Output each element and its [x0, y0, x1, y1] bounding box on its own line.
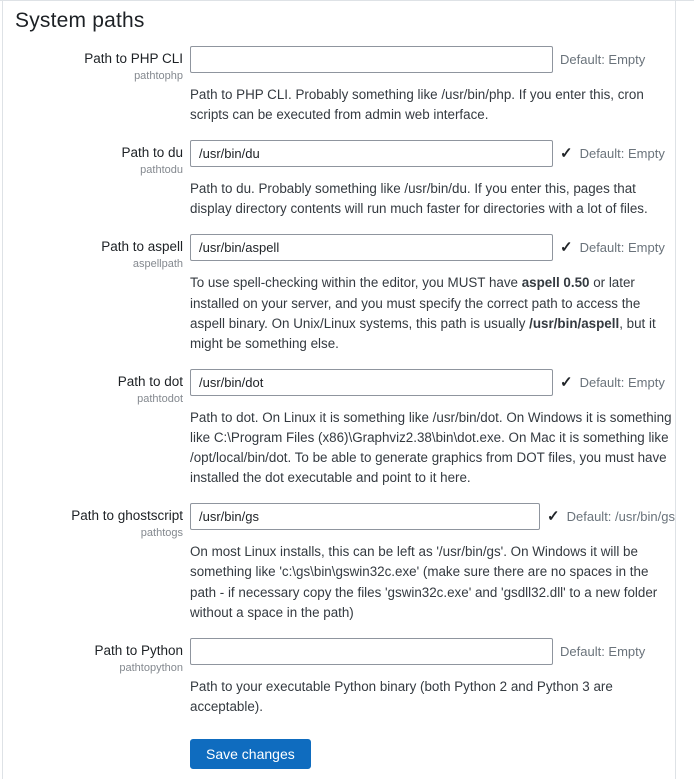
- default-value-aspellpath: Default: Empty: [580, 240, 665, 255]
- pathtophp-input[interactable]: [190, 46, 553, 73]
- setting-label-pathtodot: Path to dot: [15, 374, 183, 391]
- description-text: To use spell-checking within the editor,…: [190, 275, 522, 290]
- pathtodot-input[interactable]: [190, 369, 553, 396]
- setting-description-aspellpath: To use spell-checking within the editor,…: [190, 273, 677, 353]
- system-paths-settings-card: System paths Path to PHP CLI pathtophp D…: [2, 1, 676, 779]
- default-value-pathtodot: Default: Empty: [580, 375, 665, 390]
- pathtodu-input[interactable]: [190, 140, 553, 167]
- setting-description-pathtophp: Path to PHP CLI. Probably something like…: [190, 85, 677, 125]
- check-icon: ✓: [560, 146, 573, 161]
- setting-shortname-pathtopython: pathtopython: [15, 662, 183, 674]
- check-icon: ✓: [560, 240, 573, 255]
- save-changes-button[interactable]: Save changes: [190, 739, 311, 769]
- setting-label-pathtogs: Path to ghostscript: [15, 508, 183, 525]
- setting-label-aspellpath: Path to aspell: [15, 239, 183, 256]
- default-value-pathtopython: Default: Empty: [560, 644, 645, 659]
- setting-description-pathtodu: Path to du. Probably something like /usr…: [190, 179, 677, 219]
- setting-row-pathtogs: Path to ghostscript pathtogs ✓ Default: …: [15, 503, 675, 622]
- default-value-pathtogs: Default: /usr/bin/gs: [567, 509, 675, 524]
- setting-shortname-pathtodu: pathtodu: [15, 164, 183, 176]
- setting-description-pathtopython: Path to your executable Python binary (b…: [190, 677, 677, 717]
- setting-shortname-pathtodot: pathtodot: [15, 393, 183, 405]
- setting-label-pathtodu: Path to du: [15, 145, 183, 162]
- aspellpath-input[interactable]: [190, 234, 553, 261]
- default-value-pathtodu: Default: Empty: [580, 146, 665, 161]
- setting-row-pathtodu: Path to du pathtodu ✓ Default: Empty Pat…: [15, 140, 675, 219]
- setting-label-pathtophp: Path to PHP CLI: [15, 51, 183, 68]
- description-text-bold: /usr/bin/aspell: [529, 316, 619, 331]
- setting-description-pathtogs: On most Linux installs, this can be left…: [190, 542, 677, 622]
- setting-shortname-pathtogs: pathtogs: [15, 527, 183, 539]
- setting-shortname-pathtophp: pathtophp: [15, 70, 183, 82]
- pathtogs-input[interactable]: [190, 503, 540, 530]
- page-title: System paths: [15, 9, 675, 33]
- setting-label-pathtopython: Path to Python: [15, 643, 183, 660]
- description-text-bold: aspell 0.50: [522, 275, 590, 290]
- setting-row-pathtophp: Path to PHP CLI pathtophp Default: Empty…: [15, 46, 675, 125]
- pathtopython-input[interactable]: [190, 638, 553, 665]
- check-icon: ✓: [547, 509, 560, 524]
- setting-row-pathtopython: Path to Python pathtopython Default: Emp…: [15, 638, 675, 717]
- setting-description-pathtodot: Path to dot. On Linux it is something li…: [190, 408, 677, 488]
- setting-shortname-aspellpath: aspellpath: [15, 258, 183, 270]
- check-icon: ✓: [560, 375, 573, 390]
- default-value-pathtophp: Default: Empty: [560, 52, 645, 67]
- setting-row-aspellpath: Path to aspell aspellpath ✓ Default: Emp…: [15, 234, 675, 353]
- setting-row-pathtodot: Path to dot pathtodot ✓ Default: Empty P…: [15, 369, 675, 488]
